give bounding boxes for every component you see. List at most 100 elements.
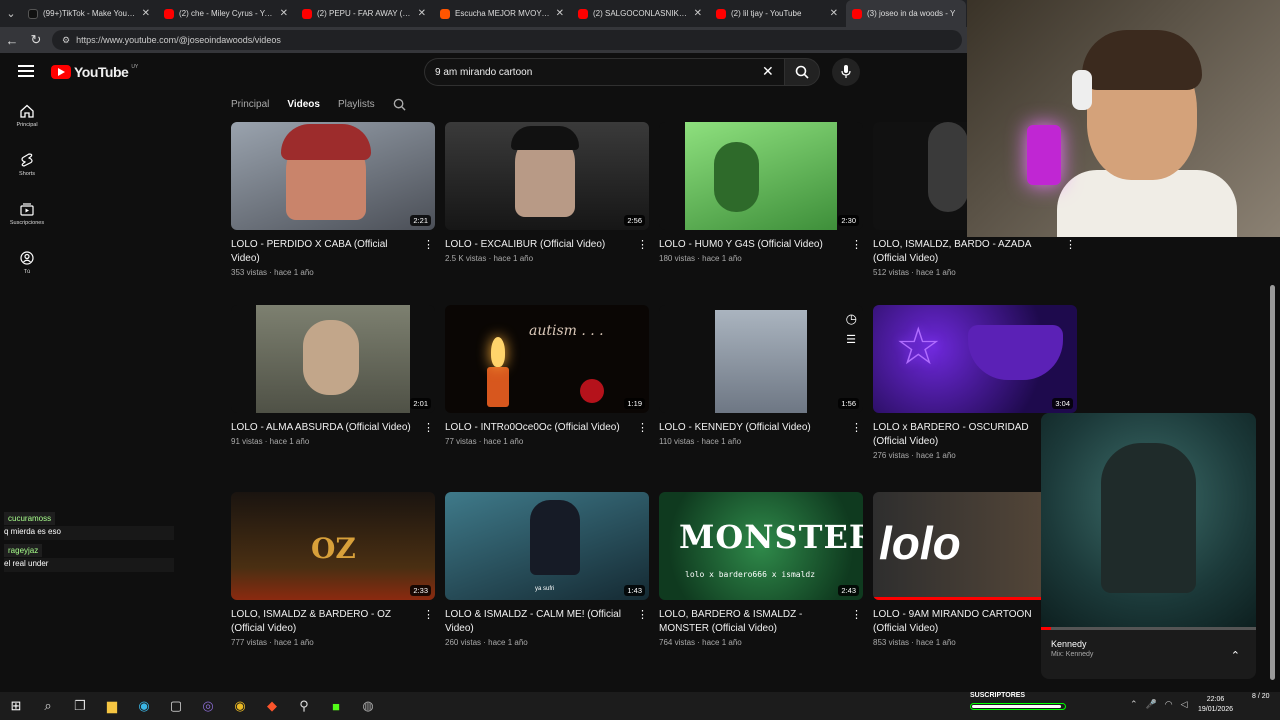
video-title[interactable]: LOLO - INTRo0Oce0Oc (Official Video) bbox=[445, 421, 625, 435]
close-tab-icon[interactable]: ✕ bbox=[280, 8, 288, 19]
video-title[interactable]: LOLO, ISMALDZ & BARDERO - OZ (Official V… bbox=[231, 608, 411, 636]
video-card[interactable]: OZ 2:33 LOLO, ISMALDZ & BARDERO - OZ (Of… bbox=[231, 492, 435, 647]
browser-tab[interactable]: Escucha MEJOR MVOY de ja ✕ bbox=[434, 0, 572, 27]
mini-player-video[interactable] bbox=[1041, 413, 1256, 627]
video-thumbnail[interactable]: ya sufri 1:43 bbox=[445, 492, 649, 600]
more-options-icon[interactable]: ⋮ bbox=[851, 608, 862, 621]
mini-player-progress[interactable] bbox=[1041, 627, 1256, 630]
clock-time: 22:06 bbox=[1206, 696, 1225, 703]
tab-search-chevron-icon[interactable]: ⌄ bbox=[0, 0, 22, 27]
chat-username: rageyjaz bbox=[4, 544, 43, 557]
video-title[interactable]: LOLO & ISMALDZ - CALM ME! (Official Vide… bbox=[445, 608, 625, 636]
video-card[interactable]: ◷ ☰ 1:56 LOLO - KENNEDY (Official Video)… bbox=[659, 305, 863, 446]
scrollbar-thumb[interactable] bbox=[1270, 285, 1275, 680]
search-button[interactable] bbox=[784, 58, 820, 86]
taskbar-clock[interactable]: 22:06 19/01/2026 bbox=[1198, 695, 1233, 715]
browser-tab[interactable]: (2) lil tjay - YouTube ✕ bbox=[710, 0, 846, 27]
more-options-icon[interactable]: ⋮ bbox=[851, 421, 862, 434]
youtube-logo[interactable]: YouTube UY bbox=[51, 64, 138, 80]
chrome-icon[interactable]: ◉ bbox=[224, 692, 256, 720]
mini-player[interactable]: Kennedy Mix: Kennedy ⌃ bbox=[1041, 413, 1256, 679]
video-title[interactable]: LOLO, BARDERO & ISMALDZ - MONSTER (Offic… bbox=[659, 608, 839, 636]
video-title[interactable]: LOLO x BARDERO - OSCURIDAD (Official Vid… bbox=[873, 421, 1053, 449]
sidebar-item-principal[interactable]: Principal bbox=[0, 91, 54, 140]
notes-app-icon[interactable]: ▢ bbox=[160, 692, 192, 720]
video-title[interactable]: LOLO - KENNEDY (Official Video) bbox=[659, 421, 839, 435]
microphone-tray-icon[interactable]: 🎤 bbox=[1146, 699, 1157, 710]
reload-icon[interactable]: ↻ bbox=[24, 32, 48, 48]
browser-tab[interactable]: (2) SALGOCONLASNIKE - Yo ✕ bbox=[572, 0, 710, 27]
hamburger-menu-icon[interactable] bbox=[18, 65, 34, 77]
video-card[interactable]: ya sufri 1:43 LOLO & ISMALDZ - CALM ME! … bbox=[445, 492, 649, 647]
more-options-icon[interactable]: ⋮ bbox=[637, 608, 648, 621]
tab-principal[interactable]: Principal bbox=[231, 99, 269, 110]
browser-tab-active[interactable]: (3) joseo in da woods - Y bbox=[846, 0, 966, 27]
tab-playlists[interactable]: Playlists bbox=[338, 99, 375, 110]
more-options-icon[interactable]: ⋮ bbox=[423, 608, 434, 621]
task-view-icon[interactable]: ❐ bbox=[64, 692, 96, 720]
video-thumbnail[interactable]: 2:56 bbox=[445, 122, 649, 230]
video-card[interactable]: 2:56 LOLO - EXCALIBUR (Official Video) 2… bbox=[445, 122, 649, 263]
close-tab-icon[interactable]: ✕ bbox=[142, 8, 150, 19]
back-arrow-icon[interactable]: ← bbox=[0, 33, 24, 48]
tray-chevron-icon[interactable]: ⌃ bbox=[1130, 699, 1138, 710]
video-title[interactable]: LOLO - EXCALIBUR (Official Video) bbox=[445, 238, 625, 252]
video-title[interactable]: LOLO, ISMALDZ, BARDO - AZADA (Official V… bbox=[873, 238, 1053, 266]
video-thumbnail[interactable]: 2:30 bbox=[659, 122, 863, 230]
browser-tab[interactable]: (2) che - Miley Cyrus - YouT ✕ bbox=[158, 0, 296, 27]
browser-tab[interactable]: (99+)TikTok - Make Your Day ✕ bbox=[22, 0, 158, 27]
sidebar-item-subscriptions[interactable]: Suscripciones bbox=[0, 189, 54, 238]
more-options-icon[interactable]: ⋮ bbox=[637, 421, 648, 434]
video-thumbnail[interactable]: ☆ 3:04 bbox=[873, 305, 1077, 413]
close-tab-icon[interactable]: ✕ bbox=[418, 8, 426, 19]
taskbar-search-icon[interactable]: ⌕ bbox=[32, 692, 64, 720]
video-thumbnail[interactable]: autism . . . 1:19 bbox=[445, 305, 649, 413]
kick-app-icon[interactable]: ■ bbox=[320, 692, 352, 720]
video-thumbnail[interactable]: 2:21 bbox=[231, 122, 435, 230]
expand-chevron-up-icon[interactable]: ⌃ bbox=[1231, 649, 1240, 662]
obs-icon[interactable]: ◎ bbox=[192, 692, 224, 720]
video-card[interactable]: 2:01 LOLO - ALMA ABSURDA (Official Video… bbox=[231, 305, 435, 446]
video-card[interactable]: MONSTER lolo x bardero666 x ismaldz 2:43… bbox=[659, 492, 863, 647]
site-info-icon[interactable]: ⚙ bbox=[62, 35, 70, 46]
video-title[interactable]: LOLO - ALMA ABSURDA (Official Video) bbox=[231, 421, 411, 435]
more-options-icon[interactable]: ⋮ bbox=[637, 238, 648, 251]
video-title[interactable]: LOLO - 9AM MIRANDO CARTOON (Official Vid… bbox=[873, 608, 1053, 636]
watch-later-icon[interactable]: ◷ bbox=[846, 311, 857, 327]
voice-search-button[interactable] bbox=[832, 58, 860, 86]
windows-start-icon[interactable]: ⊞ bbox=[0, 692, 32, 720]
close-tab-icon[interactable]: ✕ bbox=[830, 8, 838, 19]
video-card[interactable]: autism . . . 1:19 LOLO - INTRo0Oce0Oc (O… bbox=[445, 305, 649, 446]
add-to-queue-icon[interactable]: ☰ bbox=[846, 333, 856, 346]
more-options-icon[interactable]: ⋮ bbox=[423, 238, 434, 251]
brave-icon[interactable]: ◆ bbox=[256, 692, 288, 720]
video-thumbnail[interactable]: MONSTER lolo x bardero666 x ismaldz 2:43 bbox=[659, 492, 863, 600]
video-thumbnail[interactable]: ◷ ☰ 1:56 bbox=[659, 305, 863, 413]
sidebar-item-shorts[interactable]: Shorts bbox=[0, 140, 54, 189]
file-explorer-icon[interactable]: ▆ bbox=[96, 692, 128, 720]
close-tab-icon[interactable]: ✕ bbox=[694, 8, 702, 19]
more-options-icon[interactable]: ⋮ bbox=[423, 421, 434, 434]
recording-app-icon[interactable]: ◍ bbox=[352, 692, 384, 720]
volume-icon[interactable]: ◁ bbox=[1181, 699, 1188, 710]
tab-videos[interactable]: Videos bbox=[287, 99, 320, 110]
video-title[interactable]: LOLO - PERDIDO X CABA (Official Video) bbox=[231, 238, 411, 266]
sidebar-item-you[interactable]: Tú bbox=[0, 238, 54, 287]
video-card[interactable]: 2:21 LOLO - PERDIDO X CABA (Official Vid… bbox=[231, 122, 435, 277]
more-options-icon[interactable]: ⋮ bbox=[851, 238, 862, 251]
url-field[interactable]: ⚙ https://www.youtube.com/@joseoindawood… bbox=[52, 30, 962, 50]
magnifier-icon[interactable]: ⚲ bbox=[288, 692, 320, 720]
more-options-icon[interactable]: ⋮ bbox=[1065, 238, 1076, 251]
video-thumbnail[interactable]: OZ 2:33 bbox=[231, 492, 435, 600]
edge-browser-icon[interactable]: ◉ bbox=[128, 692, 160, 720]
video-title[interactable]: LOLO - HUM0 Y G4S (Official Video) bbox=[659, 238, 839, 252]
channel-search-icon[interactable] bbox=[393, 98, 406, 111]
close-tab-icon[interactable]: ✕ bbox=[556, 8, 564, 19]
video-card[interactable]: 2:30 LOLO - HUM0 Y G4S (Official Video) … bbox=[659, 122, 863, 263]
page-scrollbar[interactable] bbox=[1268, 285, 1276, 680]
search-input[interactable]: 9 am mirando cartoon bbox=[424, 58, 784, 86]
wifi-icon[interactable]: ◠ bbox=[1165, 699, 1173, 710]
clear-search-icon[interactable]: ✕ bbox=[762, 63, 774, 80]
video-thumbnail[interactable]: 2:01 bbox=[231, 305, 435, 413]
browser-tab[interactable]: (2) PEPU - FAR AWAY (Video ✕ bbox=[296, 0, 434, 27]
